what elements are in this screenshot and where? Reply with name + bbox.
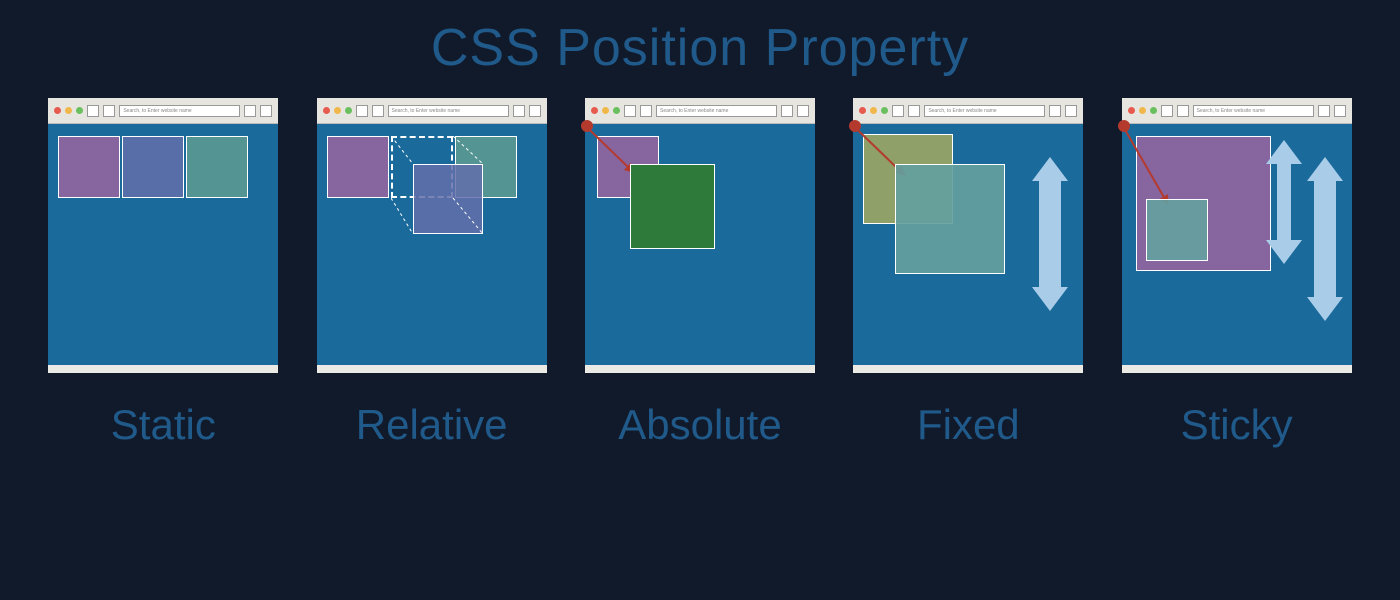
card-static: Search, to Enter website name Static (48, 98, 278, 449)
window-zoom-icon (345, 107, 352, 114)
cards-row: Search, to Enter website name Static Sea… (0, 88, 1400, 449)
window-close-icon (1128, 107, 1135, 114)
window-close-icon (591, 107, 598, 114)
viewport-absolute (585, 124, 815, 365)
url-bar: Search, to Enter website name (924, 105, 1045, 117)
browser-absolute: Search, to Enter website name (585, 98, 815, 373)
nav-forward-icon (640, 105, 652, 117)
nav-back-icon (892, 105, 904, 117)
box-relative-moved (413, 164, 483, 234)
card-label: Relative (356, 401, 508, 449)
card-fixed: Search, to Enter website name Fixed (853, 98, 1083, 449)
window-zoom-icon (76, 107, 83, 114)
card-label: Sticky (1181, 401, 1293, 449)
window-zoom-icon (613, 107, 620, 114)
viewport-sticky (1122, 124, 1352, 365)
scroll-double-arrow-icon (1039, 179, 1061, 289)
share-icon (244, 105, 256, 117)
card-absolute: Search, to Enter website name Absolute (585, 98, 815, 449)
viewport-relative (317, 124, 547, 365)
viewport-static (48, 124, 278, 365)
browser-chrome: Search, to Enter website name (48, 98, 278, 124)
tabs-icon (260, 105, 272, 117)
card-label: Fixed (917, 401, 1020, 449)
nav-back-icon (624, 105, 636, 117)
url-bar: Search, to Enter website name (388, 105, 509, 117)
box-fixed-front (895, 164, 1005, 274)
nav-forward-icon (908, 105, 920, 117)
share-icon (781, 105, 793, 117)
window-close-icon (859, 107, 866, 114)
box-static-2 (122, 136, 184, 198)
box-sticky-child (1146, 199, 1208, 261)
browser-relative: Search, to Enter website name (317, 98, 547, 373)
window-minimize-icon (65, 107, 72, 114)
share-icon (513, 105, 525, 117)
url-bar: Search, to Enter website name (656, 105, 777, 117)
url-bar: Search, to Enter website name (1193, 105, 1314, 117)
url-bar: Search, to Enter website name (119, 105, 240, 117)
browser-chrome: Search, to Enter website name (317, 98, 547, 124)
box-absolute-front (630, 164, 715, 249)
browser-sticky: Search, to Enter website name (1122, 98, 1352, 373)
tabs-icon (1334, 105, 1346, 117)
viewport-fixed (853, 124, 1083, 365)
window-minimize-icon (1139, 107, 1146, 114)
window-minimize-icon (334, 107, 341, 114)
box-static-1 (58, 136, 120, 198)
window-close-icon (323, 107, 330, 114)
browser-chrome: Search, to Enter website name (585, 98, 815, 124)
window-zoom-icon (1150, 107, 1157, 114)
nav-forward-icon (103, 105, 115, 117)
scroll-inner-arrow-icon (1277, 162, 1291, 242)
page-title: CSS Position Property (0, 0, 1400, 88)
card-relative: Search, to Enter website name Relative (317, 98, 547, 449)
card-label: Static (111, 401, 216, 449)
card-label: Absolute (618, 401, 781, 449)
nav-back-icon (1161, 105, 1173, 117)
window-close-icon (54, 107, 61, 114)
tabs-icon (797, 105, 809, 117)
nav-back-icon (87, 105, 99, 117)
box-static-3 (186, 136, 248, 198)
share-icon (1318, 105, 1330, 117)
browser-chrome: Search, to Enter website name (1122, 98, 1352, 124)
window-minimize-icon (602, 107, 609, 114)
tabs-icon (529, 105, 541, 117)
window-zoom-icon (881, 107, 888, 114)
tabs-icon (1065, 105, 1077, 117)
scroll-double-arrow-icon (1314, 179, 1336, 299)
nav-back-icon (356, 105, 368, 117)
browser-static: Search, to Enter website name (48, 98, 278, 373)
share-icon (1049, 105, 1061, 117)
box-relative-1 (327, 136, 389, 198)
card-sticky: Search, to Enter website name Sticky (1122, 98, 1352, 449)
browser-fixed: Search, to Enter website name (853, 98, 1083, 373)
nav-forward-icon (1177, 105, 1189, 117)
browser-chrome: Search, to Enter website name (853, 98, 1083, 124)
nav-forward-icon (372, 105, 384, 117)
window-minimize-icon (870, 107, 877, 114)
